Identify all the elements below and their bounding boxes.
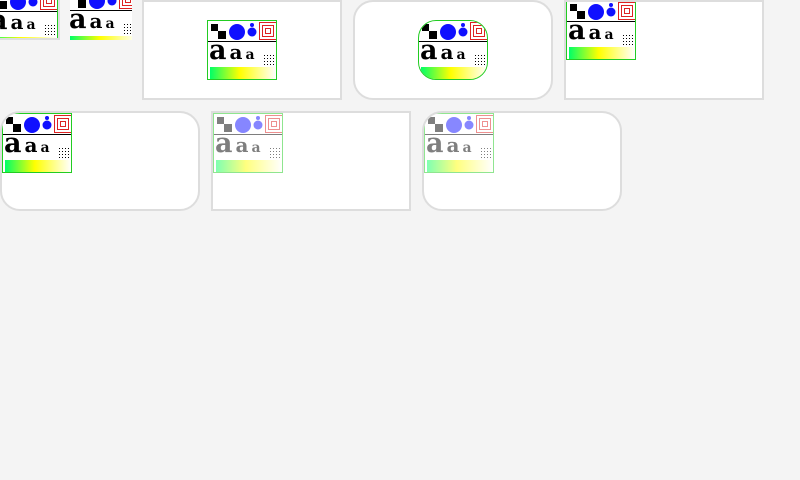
test-pattern-tile: aaa xyxy=(424,113,494,173)
glyph-small: a xyxy=(26,17,36,33)
glyph-large: a xyxy=(4,128,22,159)
glyph-large: a xyxy=(215,128,233,159)
glyph-large: a xyxy=(209,35,227,66)
glyph-sample-row: aaa xyxy=(215,130,261,157)
glyph-sample-row: aaa xyxy=(209,37,255,64)
dotted-grid-icon xyxy=(481,148,491,158)
concentric-squares-icon xyxy=(259,22,276,40)
frame-centered: aaa xyxy=(142,0,342,100)
gradient-bar xyxy=(421,67,487,79)
dotted-grid-icon xyxy=(45,25,55,35)
concentric-squares-icon xyxy=(265,115,282,133)
test-pattern-tile: aaa xyxy=(2,113,72,173)
glyph-medium: a xyxy=(235,133,249,157)
glyph-medium: a xyxy=(446,133,460,157)
dotted-grid-icon xyxy=(264,55,274,65)
gradient-bar xyxy=(427,160,493,172)
frame-small-1: aaa xyxy=(0,0,60,40)
dotted-grid-icon xyxy=(270,148,280,158)
glyph-large: a xyxy=(426,128,444,159)
glyph-sample-row: aaa xyxy=(0,7,36,34)
frame-rounded-clipped: aaa xyxy=(353,0,553,100)
glyph-large: a xyxy=(568,15,586,46)
frame-small-2: aaa xyxy=(70,0,132,40)
gradient-bar xyxy=(216,160,282,172)
concentric-squares-icon xyxy=(618,2,635,20)
glyph-small: a xyxy=(604,27,614,43)
gradient-bar xyxy=(210,67,276,79)
concentric-squares-icon xyxy=(119,0,132,9)
dotted-grid-icon xyxy=(475,55,485,65)
glyph-sample-row: aaa xyxy=(568,17,614,44)
test-pattern-tile: aaa xyxy=(566,2,636,60)
glyph-small: a xyxy=(245,47,255,63)
glyph-medium: a xyxy=(10,10,24,34)
gradient-bar xyxy=(70,36,132,40)
glyph-large: a xyxy=(0,7,8,34)
test-pattern-tile: aaa xyxy=(70,0,132,40)
glyph-sample-row: aaa xyxy=(420,37,466,64)
dotted-grid-icon xyxy=(124,24,131,34)
glyph-small: a xyxy=(40,140,50,156)
glyph-small: a xyxy=(456,47,466,63)
frame-faded: aaa xyxy=(211,111,411,211)
dotted-grid-icon xyxy=(623,35,633,45)
glyph-medium: a xyxy=(440,40,454,64)
glyph-medium: a xyxy=(588,20,602,44)
glyph-sample-row: aaa xyxy=(4,130,50,157)
concentric-squares-icon xyxy=(476,115,493,133)
concentric-squares-icon xyxy=(54,115,71,133)
glyph-sample-row: aaa xyxy=(70,6,115,33)
dotted-grid-icon xyxy=(59,148,69,158)
glyph-small: a xyxy=(251,140,261,156)
glyph-medium: a xyxy=(229,40,243,64)
test-pattern-tile: aaa xyxy=(213,113,283,173)
glyph-small: a xyxy=(462,140,472,156)
test-pattern-tile: aaa xyxy=(0,0,58,38)
frame-rounded-faded: aaa xyxy=(422,111,622,211)
frame-top-left: aaa xyxy=(564,0,764,100)
glyph-medium: a xyxy=(24,133,38,157)
gradient-bar xyxy=(5,160,71,172)
concentric-squares-icon xyxy=(40,0,57,10)
test-pattern-tile: aaa xyxy=(418,20,488,80)
glyph-medium: a xyxy=(89,9,103,33)
glyph-sample-row: aaa xyxy=(426,130,472,157)
test-pattern-tile: aaa xyxy=(207,20,277,80)
gradient-bar xyxy=(569,47,635,59)
glyph-small: a xyxy=(105,16,115,32)
glyph-large: a xyxy=(70,4,87,35)
glyph-large: a xyxy=(420,35,438,66)
gradient-bar xyxy=(0,37,57,38)
frame-rounded-top-left: aaa xyxy=(0,111,200,211)
concentric-squares-icon xyxy=(470,22,487,40)
